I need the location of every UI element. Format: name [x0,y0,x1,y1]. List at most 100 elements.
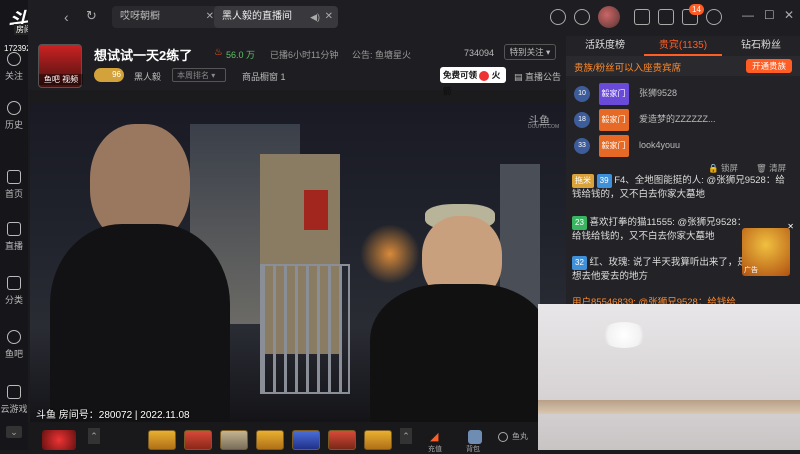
tab-label: 黑人毅的直播间 [222,11,292,22]
person-right [370,204,550,422]
nav-label: 首页 [4,189,23,199]
gift-item[interactable] [184,430,212,450]
lock-screen-button[interactable]: 🔒 锁屏 [708,162,738,174]
download-icon[interactable] [574,9,590,25]
chat-level: 39 [596,174,612,188]
heat-value: 56.0 万 [226,50,256,60]
top-bar: ‹ ↻ 哎呀朝橱 ✕ 黑人毅的直播间 ◀) ✕ 14 — ☐ ✕ [28,0,800,36]
nav-label: 历史 [4,120,23,130]
nav-follow[interactable]: 关注 [0,52,28,82]
refresh-icon[interactable]: ↻ [86,8,97,24]
close-window-icon[interactable]: ✕ [784,8,794,22]
right-panel: 活跃度榜 贵宾(1135) 钻石粉丝 贵族/粉丝可以入座贵宾席 开通贵族 10 … [538,36,800,450]
gift-item[interactable] [328,430,356,450]
vip-name: 张狮9528 [639,88,678,98]
nav-live[interactable]: 直播 [0,222,28,252]
minimize-icon[interactable]: — [742,8,754,22]
backpack-icon[interactable] [468,430,482,444]
vip-open-button[interactable]: 开通贵族 [745,59,792,73]
charge-icon[interactable]: ◢ [430,430,448,444]
chat-level: 23 [572,216,587,230]
vip-notice: 贵族/粉丝可以入座贵宾席 [574,63,682,74]
chat-text: 红、玫瑰: 说了半天我算听出来了，是想去他爱去的地方 [572,257,747,282]
fish-icon [7,330,21,344]
home-icon [7,170,21,184]
clear-screen-button[interactable]: 🗑 清屏 [756,162,786,174]
fish-ball-label[interactable]: 鱼丸 [512,431,528,442]
backpack-label[interactable]: 背包 [466,444,480,454]
settings-icon[interactable] [706,9,722,25]
user-avatar[interactable] [598,6,620,28]
poker-icon[interactable] [42,430,76,450]
close-icon[interactable]: ✕ [206,6,214,28]
maximize-icon[interactable]: ☐ [764,8,775,22]
fans-count: 734094 [464,48,495,58]
rocket-icon [479,70,490,81]
fan-level: 96 [112,70,121,79]
person-left [50,124,230,422]
products-link[interactable]: 商品橱窗 1 [242,70,286,83]
collapse-icon[interactable]: ⌄ [6,426,22,438]
scroll-up-icon[interactable]: ⌃ [88,428,100,444]
streamer-avatar[interactable]: 鱼吧 视频 [38,44,83,88]
notice: 公告: 鱼塘星火 [352,50,412,60]
vip-badge: 毅家门 [598,109,629,131]
lock-label: 锁屏 [720,163,738,173]
heat-icon: ♨ [214,47,223,58]
chat-text: 喜欢打拳的猫11555: @张狮兄9528：给钱给钱的，又不白去你家大墓地 [572,217,747,242]
ad-thumbnail[interactable]: 广告 ✕ [742,222,794,276]
chat-badge: 拖米 [572,174,594,188]
chat-message: 拖米 39 F4、全地图能挺的人: @张狮兄9528：给钱给钱的，又不白去你家大… [572,174,792,202]
ceiling-light [600,322,648,348]
tab-inactive[interactable]: 哎呀朝橱 ✕ [112,6,220,28]
vip-row[interactable]: 33 毅家门 look4youu [574,134,794,157]
fish-ball-icon[interactable] [498,432,508,442]
close-ad-icon[interactable]: ✕ [787,222,794,231]
close-icon[interactable]: ✕ [325,6,333,28]
clock-icon [7,101,21,115]
vip-row[interactable]: 18 毅家门 爱造梦的ZZZZZZ... [574,108,794,131]
watermark-sub: DOUYU.COM [528,124,560,130]
tv-icon [7,222,21,236]
tab-label: 哎呀朝橱 [120,11,160,22]
heart-icon [7,52,21,66]
chat-message: 23 喜欢打拳的猫11555: @张狮兄9528：给钱给钱的，又不白去你家大墓地 [572,216,747,244]
nav-cloud-game[interactable]: 云游戏 [0,385,28,415]
tab-vip[interactable]: 贵宾(1135) [644,36,722,56]
follow-button[interactable]: 特别关注 ▾ [504,44,556,60]
nav-label: 直播 [4,241,23,251]
rank-select[interactable]: 本周排名 ▾ [172,68,226,82]
nav-history[interactable]: 历史 [0,101,28,131]
speaker-icon[interactable]: ◀) [310,6,320,28]
streamer-name: 黑人毅 [134,72,162,82]
tab-diamond-fans[interactable]: 钻石粉丝 [722,36,800,56]
nav-label: 分类 [4,295,23,305]
free-gift-button[interactable]: 免费可领 火箭 [440,67,506,96]
shirt-icon[interactable] [658,9,674,25]
gift-item[interactable] [292,430,320,450]
back-icon[interactable]: ‹ [64,9,69,25]
nav-label: 关注 [4,71,23,81]
left-nav: 斗鱼 房间号 172392 关注 历史 首页 直播 分类 鱼吧 云游戏 ⌄ [0,0,47,450]
announcement-link[interactable]: ▤ 直播公告 [514,70,561,83]
task-icon[interactable] [634,9,650,25]
tab-active[interactable]: 黑人毅的直播间 ◀) ✕ [214,6,338,28]
vip-notice-row: 贵族/粉丝可以入座贵宾席 开通贵族 [566,56,800,76]
gift-item[interactable] [148,430,176,450]
nav-yuba[interactable]: 鱼吧 [0,330,28,360]
gamepad-icon [7,385,21,399]
tab-activity-rank[interactable]: 活跃度榜 [566,36,644,56]
body [50,224,230,422]
vip-badge: 毅家门 [598,135,629,157]
video-player[interactable]: 斗鱼 DOUYU.COM 斗鱼 房间号：280072 | 2022.11.08 [30,104,567,422]
vip-row[interactable]: 10 毅家门 张狮9528 [574,82,794,105]
charge-label[interactable]: 充值 [428,444,442,454]
shop-sign [304,190,328,230]
nav-category[interactable]: 分类 [0,276,28,306]
nav-home[interactable]: 首页 [0,170,28,200]
gift-item[interactable] [364,430,392,450]
gift-item[interactable] [220,430,248,450]
gift-item[interactable] [256,430,284,450]
scroll-up-icon-2[interactable]: ⌃ [400,428,412,444]
history-icon[interactable] [550,9,566,25]
